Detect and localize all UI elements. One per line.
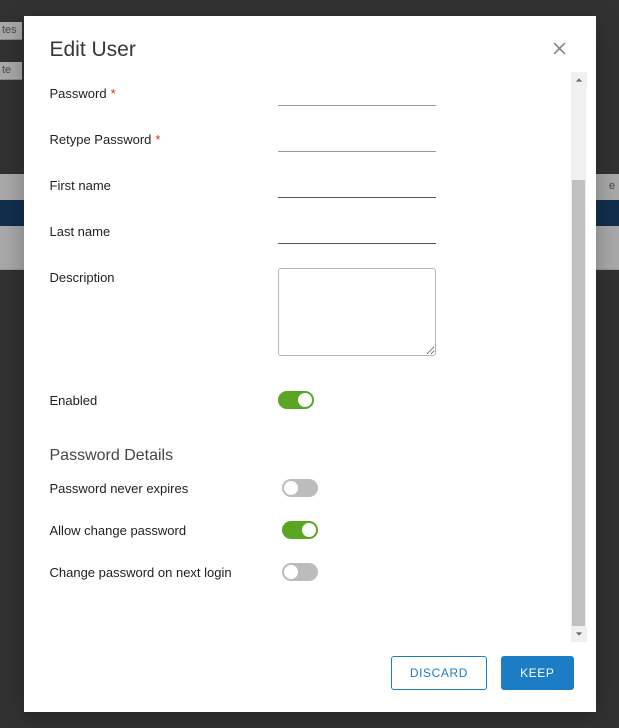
edit-user-modal: Edit User Password* Retype Password* [24,16,596,712]
allow-change-label: Allow change password [50,521,282,538]
change-next-row: Change password on next login [50,551,562,593]
modal-footer: DISCARD KEEP [24,642,596,712]
enabled-row: Enabled [50,371,562,421]
close-icon [553,42,566,55]
description-label: Description [50,268,278,285]
modal-scrollbar[interactable] [570,72,586,642]
modal-overlay: Edit User Password* Retype Password* [0,0,619,728]
enabled-toggle[interactable] [278,391,314,409]
first-name-input[interactable] [278,176,436,198]
change-next-label: Change password on next login [50,563,282,580]
close-button[interactable] [550,38,570,58]
chevron-down-icon [575,630,583,638]
discard-button[interactable]: DISCARD [391,656,487,690]
password-input[interactable] [278,84,436,106]
description-row: Description [50,256,562,371]
password-details-heading: Password Details [50,447,562,465]
never-expires-row: Password never expires [50,467,562,509]
required-marker: * [155,132,160,147]
first-name-label: First name [50,176,278,193]
modal-header: Edit User [24,16,596,72]
required-marker: * [111,86,116,101]
modal-body: Password* Retype Password* First name La… [50,72,570,642]
allow-change-row: Allow change password [50,509,562,551]
change-next-toggle[interactable] [282,563,318,581]
retype-password-label: Retype Password* [50,130,278,147]
last-name-label: Last name [50,222,278,239]
last-name-input[interactable] [278,222,436,244]
keep-button[interactable]: KEEP [501,656,573,690]
password-label: Password* [50,84,278,101]
never-expires-toggle[interactable] [282,479,318,497]
last-name-row: Last name [50,210,562,256]
scroll-track[interactable] [571,88,586,626]
never-expires-label: Password never expires [50,479,282,496]
scroll-thumb[interactable] [572,180,585,626]
scroll-down-button[interactable] [571,626,587,642]
modal-title: Edit User [50,38,136,62]
retype-password-input[interactable] [278,130,436,152]
first-name-row: First name [50,164,562,210]
allow-change-toggle[interactable] [282,521,318,539]
retype-password-row: Retype Password* [50,118,562,164]
password-row: Password* [50,72,562,118]
scroll-up-button[interactable] [571,72,587,88]
enabled-label: Enabled [50,391,278,408]
chevron-up-icon [575,76,583,84]
description-textarea[interactable] [278,268,436,356]
